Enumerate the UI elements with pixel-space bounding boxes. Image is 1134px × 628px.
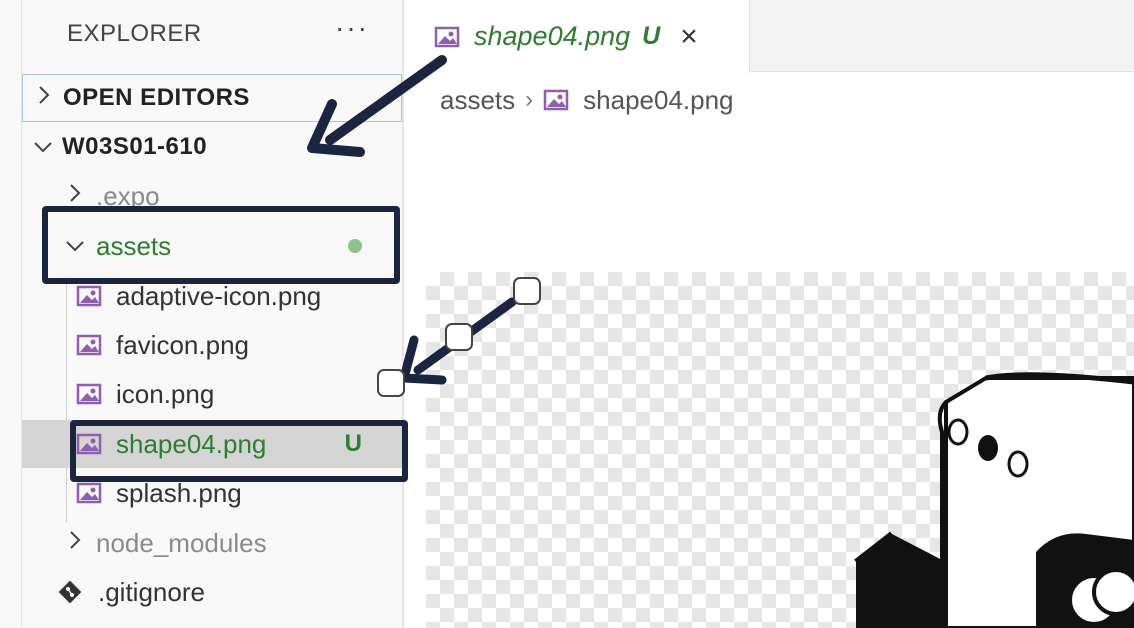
annotation-arrows (307, 55, 541, 397)
